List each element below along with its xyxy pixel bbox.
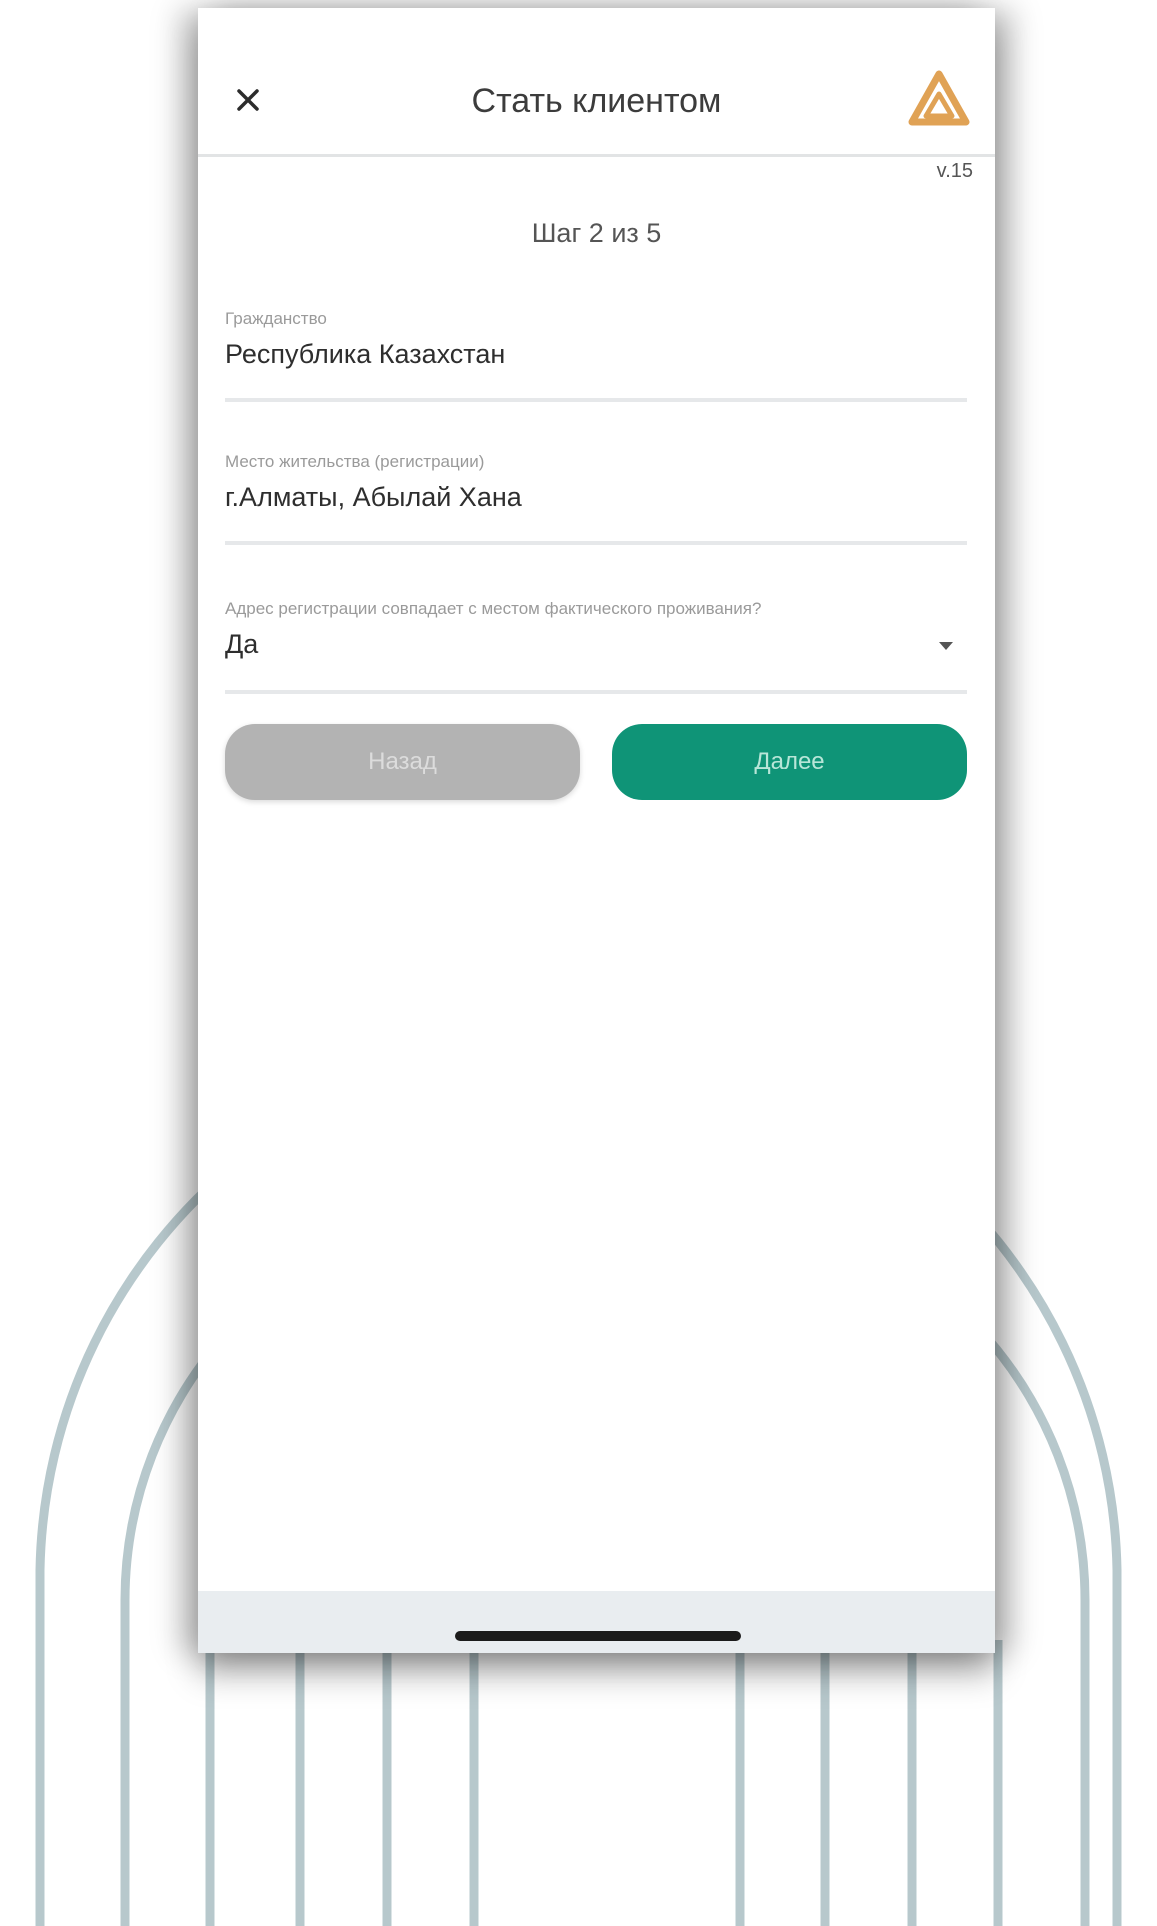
residence-label: Место жительства (регистрации) <box>225 452 485 471</box>
phone-frame: Стать клиентом v.15 Шаг 2 из 5 Гражданст… <box>198 8 995 1653</box>
step-indicator: Шаг 2 из 5 <box>531 218 662 248</box>
address-match-value: Да <box>225 629 259 659</box>
screen: Стать клиентом v.15 Шаг 2 из 5 Гражданст… <box>0 0 1157 1926</box>
close-icon <box>237 89 259 111</box>
header: Стать клиентом <box>198 8 995 157</box>
version-label: v.15 <box>936 160 973 182</box>
citizenship-field[interactable]: Гражданство Республика Казахстан <box>225 308 967 402</box>
close-button[interactable] <box>226 78 270 122</box>
citizenship-value: Республика Казахстан <box>225 339 506 369</box>
residence-value: г.Алматы, Абылай Хана <box>225 482 522 512</box>
page-title: Стать клиентом <box>471 82 722 120</box>
residence-field[interactable]: Место жительства (регистрации) г.Алматы,… <box>225 451 967 545</box>
back-button[interactable]: Назад <box>225 724 580 800</box>
next-button[interactable]: Далее <box>612 724 967 800</box>
bottom-bar <box>198 1591 995 1653</box>
bank-logo-icon <box>908 70 970 126</box>
address-match-label: Адрес регистрации совпадает с местом фак… <box>225 599 762 618</box>
home-indicator[interactable] <box>455 1631 741 1641</box>
citizenship-label: Гражданство <box>225 309 327 328</box>
chevron-down-icon[interactable] <box>939 642 953 650</box>
address-match-select[interactable]: Адрес регистрации совпадает с местом фак… <box>225 598 967 694</box>
